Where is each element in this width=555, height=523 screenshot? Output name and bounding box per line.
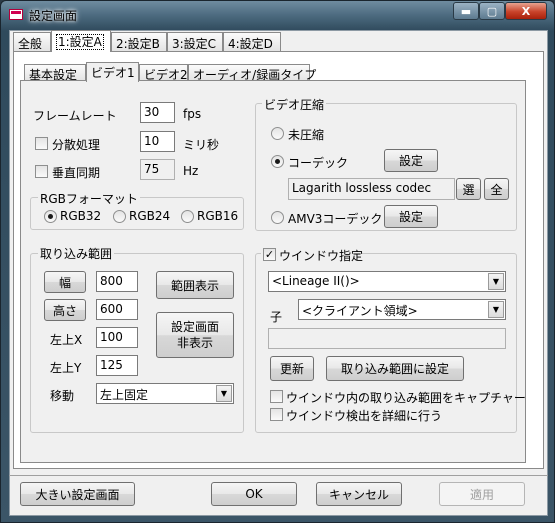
capture-range-legend: 取り込み範囲	[38, 245, 115, 262]
tab-setting-d[interactable]: 4:設定D	[223, 32, 281, 51]
top-left-x-label: 左上X	[50, 333, 83, 347]
amv3-radio[interactable]	[271, 211, 284, 224]
frame-rate-label: フレームレート	[33, 109, 117, 123]
codec-name-field: Lagarith lossless codec	[288, 178, 455, 200]
all-codec-button[interactable]: 全	[484, 178, 509, 200]
vsync-label: 垂直同期	[52, 166, 101, 180]
hide-settings-button[interactable]: 設定画面 非表示	[156, 312, 234, 358]
window-select-value: <Lineage II()>	[272, 274, 360, 288]
chevron-down-icon[interactable]: ▼	[216, 385, 232, 402]
distributed-label: 分散処理	[52, 138, 101, 152]
child-select-value: <クライアント領域>	[302, 304, 418, 318]
tab-audio-recording-type[interactable]: オーディオ/録画タイプ	[188, 64, 316, 82]
rgb24-label: RGB24	[129, 209, 171, 223]
detailed-detect-checkbox[interactable]	[270, 408, 283, 421]
tab-basic-settings[interactable]: 基本設定	[24, 64, 86, 82]
show-range-button[interactable]: 範囲表示	[156, 271, 234, 299]
chevron-down-icon[interactable]: ▼	[488, 301, 504, 318]
rgb16-radio[interactable]	[181, 210, 194, 223]
uncompressed-label: 未圧縮	[288, 128, 325, 142]
width-input[interactable]: 800	[96, 271, 138, 292]
maximize-button[interactable]: ▢	[479, 2, 505, 20]
top-left-y-label: 左上Y	[50, 361, 82, 375]
rgb24-radio[interactable]	[113, 210, 126, 223]
child-label: 子	[270, 310, 283, 324]
child-select[interactable]: <クライアント領域> ▼	[298, 299, 506, 320]
tab-video1[interactable]: ビデオ1	[86, 62, 139, 82]
hide-settings-line2: 非表示	[176, 336, 213, 350]
move-select-value: 左上固定	[100, 388, 149, 402]
minimize-icon: ▬	[460, 4, 472, 18]
settings-window: 設定画面 ▬ ▢ X 全般 1:設定A 2:設定B 3:設定C 4:設定D 基本…	[0, 0, 555, 523]
window-select[interactable]: <Lineage II()> ▼	[268, 271, 506, 292]
height-button[interactable]: 高さ	[44, 299, 86, 321]
distributed-input[interactable]: 10	[140, 131, 175, 152]
vsync-value: 75	[140, 159, 175, 180]
top-left-y-input[interactable]: 125	[96, 355, 138, 376]
video-compression-legend: ビデオ圧縮	[262, 96, 327, 113]
rgb-format-legend: RGBフォーマット	[38, 190, 140, 207]
update-button[interactable]: 更新	[270, 356, 314, 381]
capture-inside-checkbox[interactable]	[270, 390, 283, 403]
vsync-unit: Hz	[183, 164, 199, 178]
chevron-down-icon[interactable]: ▼	[488, 273, 504, 290]
hide-settings-line1: 設定画面	[170, 320, 219, 334]
cancel-button[interactable]: キャンセル	[316, 482, 402, 506]
codec-label: コーデック	[288, 156, 349, 170]
apply-button[interactable]: 適用	[439, 482, 525, 506]
close-button[interactable]: X	[505, 2, 547, 20]
window-spec-checkbox[interactable]: ✓	[263, 248, 276, 261]
app-icon	[9, 9, 23, 20]
set-capture-range-button[interactable]: 取り込み範囲に設定	[326, 356, 464, 381]
window-spec-label: ウインドウ指定	[279, 249, 364, 263]
tab-setting-b[interactable]: 2:設定B	[111, 32, 167, 51]
frame-rate-input[interactable]: 30	[140, 102, 175, 123]
tab-setting-c[interactable]: 3:設定C	[167, 32, 223, 51]
capture-inside-label: ウインドウ内の取り込み範囲をキャプチャー	[286, 391, 526, 405]
minimize-button[interactable]: ▬	[453, 2, 479, 20]
uncompressed-radio[interactable]	[271, 127, 284, 140]
move-label: 移動	[50, 389, 75, 403]
vsync-checkbox[interactable]	[35, 165, 48, 178]
distributed-checkbox[interactable]	[35, 137, 48, 150]
codec-settings-button[interactable]: 設定	[384, 149, 438, 172]
footer-divider	[9, 475, 548, 476]
tab-general[interactable]: 全般	[13, 32, 51, 51]
amv3-label: AMV3コーデック	[288, 212, 383, 226]
width-button[interactable]: 幅	[44, 271, 86, 293]
dialog-client: 全般 1:設定A 2:設定B 3:設定C 4:設定D 基本設定 ビデオ1 ビデオ…	[9, 30, 548, 516]
frame-rate-unit: fps	[183, 107, 202, 121]
rgb32-label: RGB32	[60, 209, 102, 223]
amv3-settings-button[interactable]: 設定	[384, 205, 438, 228]
distributed-unit: ミリ秒	[183, 138, 220, 152]
tab-setting-a[interactable]: 1:設定A	[51, 30, 111, 52]
select-codec-button[interactable]: 選	[456, 178, 481, 200]
rgb16-label: RGB16	[197, 209, 239, 223]
top-left-x-input[interactable]: 100	[96, 327, 138, 348]
move-select[interactable]: 左上固定 ▼	[96, 383, 234, 404]
window-title: 設定画面	[29, 9, 78, 23]
close-icon: X	[521, 4, 531, 18]
codec-radio[interactable]	[271, 155, 284, 168]
tab-video2[interactable]: ビデオ2	[139, 64, 188, 82]
ok-button[interactable]: OK	[211, 482, 297, 506]
detailed-detect-label: ウインドウ検出を詳細に行う	[286, 409, 443, 423]
big-settings-button[interactable]: 大きい設定画面	[20, 482, 135, 506]
window-info-field	[268, 328, 506, 349]
rgb32-radio[interactable]	[44, 210, 57, 223]
maximize-icon: ▢	[486, 4, 498, 18]
height-input[interactable]: 600	[96, 299, 138, 320]
